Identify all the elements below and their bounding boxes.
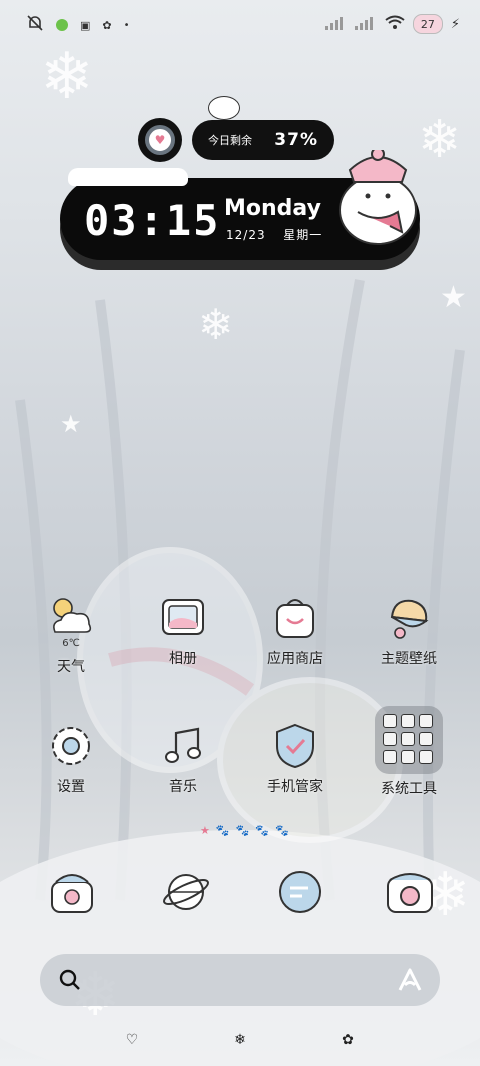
page-dot-active-icon: ★	[200, 824, 210, 837]
app-gallery[interactable]: 相册	[128, 592, 238, 668]
clock-day: Monday	[224, 196, 321, 221]
browser-icon	[163, 874, 209, 910]
clock-date-numeric: 12/23	[226, 228, 266, 242]
bear-mascot-icon	[339, 150, 417, 245]
signal-2-icon	[354, 16, 377, 33]
gallery-icon	[157, 592, 209, 644]
app-label: 设置	[57, 779, 85, 795]
navigation-bar: ♡ ❄ ✿	[0, 1020, 480, 1060]
clock-time: 03:15	[84, 196, 221, 245]
mute-icon	[26, 14, 44, 36]
paw-icon: 🐾	[255, 824, 269, 837]
folder-icon	[375, 706, 443, 774]
app-label: 应用商店	[267, 651, 323, 667]
app-store-icon	[269, 592, 321, 644]
app-store[interactable]: 应用商店	[240, 592, 350, 668]
assistant-icon[interactable]	[396, 966, 424, 994]
phone-icon	[51, 874, 93, 913]
search-icon[interactable]	[58, 968, 82, 992]
dock-camera[interactable]	[384, 866, 436, 918]
app-label: 相册	[169, 651, 197, 667]
app-system-tools-folder[interactable]: 系统工具	[354, 706, 464, 798]
app-label: 音乐	[169, 779, 197, 795]
app-themes[interactable]: 主题壁纸	[354, 592, 464, 668]
home-button[interactable]: ❄	[228, 1028, 252, 1052]
signal-1-icon	[324, 16, 347, 33]
app-weather[interactable]: 6℃ 天气	[16, 592, 126, 676]
weather-temp: 6℃	[62, 638, 80, 649]
dock	[0, 866, 480, 926]
settings-icon	[45, 720, 97, 772]
dock-phone[interactable]	[46, 866, 98, 918]
app-notification-icon	[56, 19, 68, 31]
page-indicator[interactable]: ★ 🐾 🐾 🐾 🐾	[200, 824, 289, 837]
battery-level: 27	[420, 17, 435, 31]
heart-nav-icon: ♡	[125, 1032, 139, 1048]
snow-cap	[68, 168, 188, 186]
battery-icon: 27	[412, 14, 443, 34]
app-label: 主题壁纸	[381, 651, 437, 667]
heart-icon: ♥	[154, 133, 166, 147]
messages-icon	[279, 871, 321, 913]
dock-browser[interactable]	[160, 866, 212, 918]
wifi-icon	[385, 15, 405, 34]
charging-icon: ⚡	[450, 16, 460, 32]
app-settings[interactable]: 设置	[16, 720, 126, 796]
gallery-notification-icon: ▣	[80, 18, 91, 32]
camera-icon	[387, 873, 433, 913]
back-button[interactable]: ♡	[120, 1028, 144, 1052]
clock-weekday: 星期一	[283, 228, 323, 242]
paw-icon: 🐾	[215, 824, 230, 837]
dock-messages[interactable]	[274, 866, 326, 918]
app-music[interactable]: 音乐	[128, 720, 238, 796]
flower-nav-icon: ✿	[342, 1032, 354, 1048]
daily-remaining-widget[interactable]: ♥ 今日剩余 37%	[138, 118, 334, 162]
app-label: 手机管家	[267, 779, 323, 795]
progress-ring: ♥	[138, 118, 182, 162]
remaining-value: 37%	[274, 130, 318, 150]
more-notifications-icon: •	[123, 19, 130, 31]
music-icon	[157, 720, 209, 772]
bear-peek-icon	[208, 96, 240, 120]
search-bar[interactable]	[40, 954, 440, 1006]
recents-button[interactable]: ✿	[336, 1028, 360, 1052]
themes-icon	[383, 592, 435, 644]
app-security[interactable]: 手机管家	[240, 720, 350, 796]
weather-icon: 6℃	[45, 592, 97, 649]
paw-icon: 🐾	[274, 824, 289, 837]
clock-date: 12/23 星期一	[226, 226, 322, 243]
snowflake-nav-icon: ❄	[234, 1032, 246, 1048]
settings-notification-icon: ✿	[102, 18, 112, 32]
security-icon	[269, 720, 321, 772]
paw-icon: 🐾	[235, 824, 250, 837]
app-label: 系统工具	[381, 781, 437, 797]
app-label: 天气	[57, 659, 85, 675]
status-bar: ▣ ✿ • 27 ⚡	[0, 0, 480, 50]
remaining-label: 今日剩余	[208, 134, 252, 147]
